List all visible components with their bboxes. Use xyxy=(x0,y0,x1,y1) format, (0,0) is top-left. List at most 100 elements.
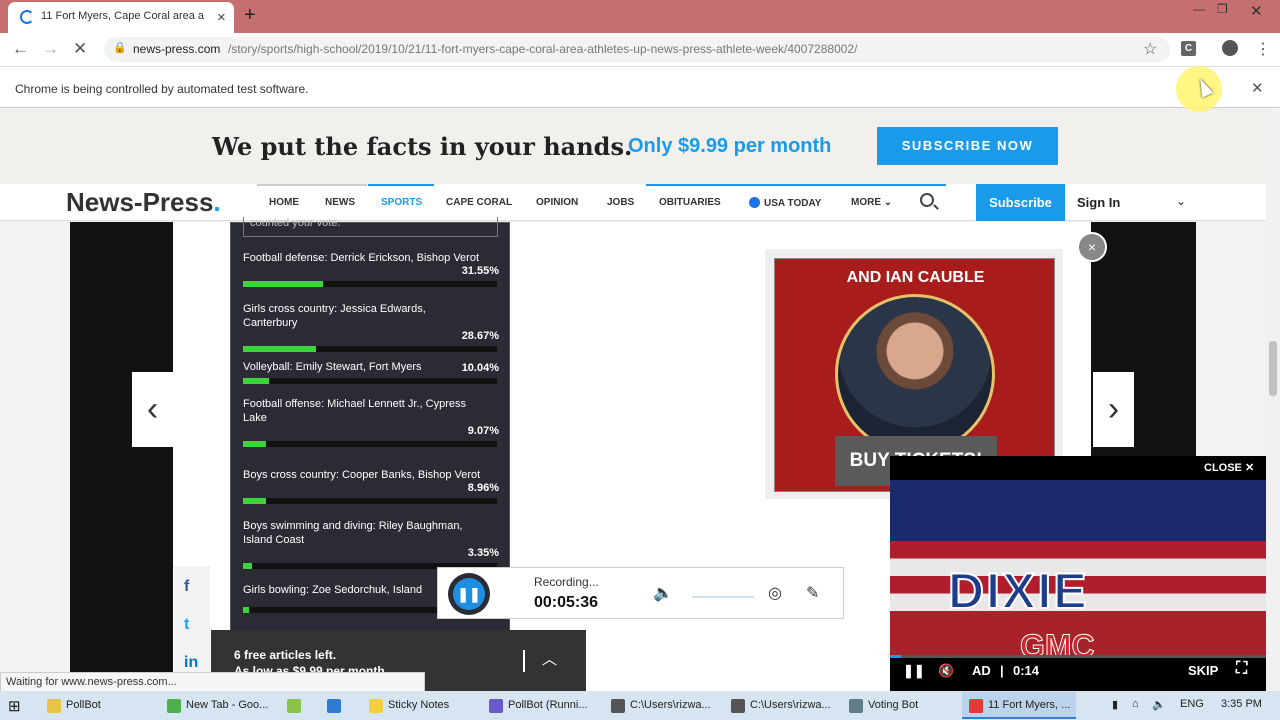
poll-item-percent: 31.55% xyxy=(461,265,499,277)
video-brand-bottom: GMC xyxy=(1020,628,1096,665)
taskbar-item[interactable]: PollBot xyxy=(40,692,158,719)
taskbar-item[interactable]: C:\Users\rizwa... xyxy=(604,692,722,719)
poll-item-percent: 8.96% xyxy=(467,482,499,494)
taskbar-app-icon xyxy=(849,699,863,713)
taskbar-app-icon xyxy=(167,699,181,713)
video-skip-button[interactable]: SKIP xyxy=(1188,663,1218,678)
clock[interactable]: 3:35 PM xyxy=(1221,698,1262,710)
poll-item-name: Girls cross country: Jessica Edwards, Ca… xyxy=(243,303,426,329)
battery-icon[interactable]: ▮ xyxy=(1112,698,1118,711)
url-path: /story/sports/high-school/2019/10/21/11-… xyxy=(228,42,858,56)
recorder-mute-icon[interactable]: 🔈 xyxy=(653,583,673,603)
bookmark-star-icon[interactable]: ☆ xyxy=(1143,39,1157,59)
nav-cape-coral[interactable]: CAPE CORAL xyxy=(446,197,512,208)
taskbar-app-icon xyxy=(287,699,301,713)
tab-close-icon[interactable]: × xyxy=(217,9,226,26)
language-indicator[interactable]: ENG xyxy=(1180,698,1204,710)
poll-item-bar xyxy=(243,441,497,447)
taskbar-item[interactable] xyxy=(280,692,318,719)
search-icon[interactable] xyxy=(920,193,934,207)
poll-item-bar-fill xyxy=(243,563,252,569)
chevron-down-icon: ⌄ xyxy=(883,197,893,208)
stop-icon[interactable]: ✕ xyxy=(73,39,87,59)
infobar-message: Chrome is being controlled by automated … xyxy=(15,82,309,96)
taskbar-item[interactable]: New Tab - Goo... xyxy=(160,692,278,719)
pen-icon[interactable]: ✎ xyxy=(806,583,819,603)
poll-item-bar xyxy=(243,346,497,352)
taskbar-app-icon xyxy=(969,699,983,713)
recorder-pause-button[interactable]: ❚❚ xyxy=(448,573,490,615)
taskbar-item-label: Voting Bot xyxy=(868,699,919,711)
free-articles-divider xyxy=(523,650,525,672)
subscribe-now-button[interactable]: SUBSCRIBE NOW xyxy=(877,127,1058,165)
taskbar-item[interactable]: PollBot (Runni... xyxy=(482,692,600,719)
taskbar-item[interactable]: Sticky Notes xyxy=(362,692,480,719)
webcam-icon[interactable]: ◎ xyxy=(768,583,782,603)
taskbar-item[interactable] xyxy=(320,692,360,719)
nav-jobs[interactable]: JOBS xyxy=(607,197,634,208)
free-articles-text: 6 free articles left. xyxy=(234,648,337,662)
start-button[interactable]: ⊞ xyxy=(8,697,21,715)
minimize-icon[interactable]: — xyxy=(1193,2,1205,16)
ad-title-prefix: AND xyxy=(846,269,886,286)
new-tab-button[interactable]: + xyxy=(244,4,256,27)
nav-home[interactable]: HOME xyxy=(269,197,299,208)
scrollbar-thumb[interactable] xyxy=(1269,341,1277,396)
fullscreen-icon[interactable]: ⛶ xyxy=(1236,660,1247,678)
sign-in-chevron-icon[interactable]: ⌄ xyxy=(1176,194,1186,208)
site-logo[interactable]: News-Press. xyxy=(66,187,221,218)
taskbar-app-icon xyxy=(369,699,383,713)
nav-opinion[interactable]: OPINION xyxy=(536,197,578,208)
menu-kebab-icon[interactable]: ⋮ xyxy=(1255,39,1271,59)
ad-portrait xyxy=(835,294,995,454)
extension-icon[interactable]: C xyxy=(1181,41,1196,56)
ad-close-button[interactable]: × xyxy=(1077,232,1107,262)
network-icon[interactable]: ⌂ xyxy=(1132,698,1139,710)
recorder-volume-slider[interactable] xyxy=(692,596,754,598)
linkedin-icon[interactable]: in xyxy=(184,654,198,672)
subscribe-button[interactable]: Subscribe xyxy=(976,184,1065,221)
twitter-icon[interactable]: t xyxy=(184,616,189,634)
web-page: We put the facts in your hands. Only $9.… xyxy=(0,108,1266,691)
taskbar-item[interactable]: C:\Users\rizwa... xyxy=(724,692,840,719)
sign-in-link[interactable]: Sign In xyxy=(1077,195,1120,210)
poll-item-name: Football offense: Michael Lennett Jr., C… xyxy=(243,398,466,424)
nav-news[interactable]: NEWS xyxy=(325,197,355,208)
gallery-next-button[interactable]: › xyxy=(1093,372,1134,447)
video-mute-icon[interactable]: 🔇 xyxy=(938,663,954,679)
tab-news-press[interactable]: 11 Fort Myers, Cape Coral area a × xyxy=(8,2,234,33)
nav-usa-today[interactable]: USA TODAY xyxy=(749,197,821,209)
infobar-close-icon[interactable]: ✕ xyxy=(1251,79,1264,97)
profile-icon[interactable] xyxy=(1222,40,1238,56)
restore-icon[interactable]: ❐ xyxy=(1217,2,1228,16)
address-bar[interactable]: 🔒 news-press.com /story/sports/high-scho… xyxy=(104,37,1170,62)
back-icon[interactable]: ← xyxy=(12,39,29,59)
poll-item-percent: 3.35% xyxy=(467,547,499,559)
nav-active-indicator xyxy=(368,184,434,186)
expand-chevron-up-icon[interactable]: ︿ xyxy=(542,648,557,669)
video-close-button[interactable]: CLOSE ✕ xyxy=(1204,461,1254,474)
taskbar-item-label: PollBot (Runni... xyxy=(508,699,588,711)
poll-item-bar-fill xyxy=(243,378,269,384)
nav-more[interactable]: MORE ⌄ xyxy=(851,197,892,208)
video-frame[interactable]: DIXIE GMC xyxy=(890,480,1266,665)
taskbar-item[interactable]: 11 Fort Myers, ... xyxy=(962,692,1076,719)
taskbar-item[interactable]: Voting Bot xyxy=(842,692,960,719)
poll-item-bar-fill xyxy=(243,281,323,287)
nav-obituaries[interactable]: OBITUARIES xyxy=(659,197,721,208)
volume-icon[interactable]: 🔈 xyxy=(1152,698,1166,711)
site-nav: News-Press. HOME NEWS SPORTS CAPE CORAL … xyxy=(0,184,1266,221)
poll-item-bar-fill xyxy=(243,607,249,613)
video-pause-icon[interactable]: ❚❚ xyxy=(903,663,925,679)
facebook-icon[interactable]: f xyxy=(184,578,189,596)
gallery-prev-button[interactable]: ‹ xyxy=(132,372,173,447)
nav-sports[interactable]: SPORTS xyxy=(381,197,422,208)
page-scrollbar[interactable] xyxy=(1266,108,1280,691)
window-close-icon[interactable]: ✕ xyxy=(1250,2,1263,20)
poll-item-percent: 28.67% xyxy=(461,330,499,342)
automation-infobar: Chrome is being controlled by automated … xyxy=(0,66,1280,108)
poll-item-bar xyxy=(243,281,497,287)
video-progress-bar[interactable] xyxy=(890,655,1266,658)
forward-icon[interactable]: → xyxy=(42,39,59,59)
lock-icon[interactable]: 🔒 xyxy=(113,41,127,54)
